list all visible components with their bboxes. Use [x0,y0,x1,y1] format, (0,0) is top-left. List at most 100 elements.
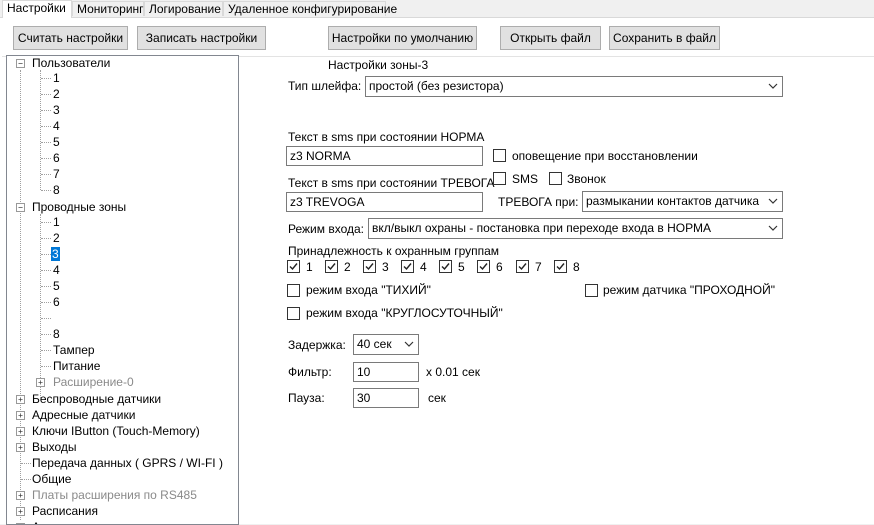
tree-item-user-3[interactable]: 3 [53,102,60,118]
sms-checkbox[interactable] [493,172,506,185]
tree-item-transfer[interactable]: Передача данных ( GPRS / WI-FI ) [32,455,223,471]
tree-item-wireless[interactable]: Беспроводные датчики [32,391,161,407]
group-5-checkbox[interactable] [439,260,452,273]
expand-icon[interactable]: + [16,427,25,436]
sms-label: SMS [512,172,539,186]
checkmark-icon [403,263,412,271]
expand-icon[interactable]: + [16,491,25,500]
group-3-label: 3 [382,260,389,274]
expand-icon[interactable]: + [16,395,25,404]
group-1-checkbox[interactable] [287,260,300,273]
alarm-on-select[interactable]: размыкании контактов датчика [582,191,783,212]
group-7-label: 7 [535,260,542,274]
loop-type-select[interactable]: простой (без резистора) [365,76,783,97]
tab-bar: Настройки Мониторинг Логирование Удаленн… [0,0,874,18]
tree-item-tamper[interactable]: Тампер [53,342,95,358]
tree-item-user-1[interactable]: 1 [53,70,60,86]
group-4-label: 4 [420,260,427,274]
filter-label: Фильтр: [288,365,332,379]
write-settings-button[interactable]: Записать настройки [137,26,266,50]
tree-item-user-7[interactable]: 7 [53,166,60,182]
group-4-checkbox[interactable] [401,260,414,273]
tree-item-general[interactable]: Общие [32,471,71,487]
pause-input[interactable]: 30 [353,388,419,408]
checkmark-icon [556,263,565,271]
passage-mode-label: режим датчика "ПРОХОДНОЙ" [603,283,776,297]
group-2-checkbox[interactable] [325,260,338,273]
checkmark-icon [518,263,527,271]
tree-item-user-8[interactable]: 8 [53,182,60,198]
tree-item-user-6[interactable]: 6 [53,150,60,166]
group-8-checkbox[interactable] [554,260,567,273]
filter-unit-label: x 0.01 сек [426,365,480,379]
tree-item-zone-3[interactable]: Настройки зоны-33 [51,246,60,262]
tab-logging[interactable]: Логирование [144,1,223,16]
tree-item-zone-1[interactable]: 1 [53,214,60,230]
alarm-text-label: Текст в sms при состоянии ТРЕВОГА [288,176,495,190]
tab-monitoring[interactable]: Мониторинг [72,1,144,16]
call-checkbox[interactable] [549,172,562,185]
tree-item-schedules[interactable]: Расписания [32,503,98,519]
tree-item-zone-5[interactable]: 5 [53,278,60,294]
tree-item-address[interactable]: Адресные датчики [32,407,135,423]
collapse-icon[interactable]: − [16,59,25,68]
tree-item-user-5[interactable]: 5 [53,134,60,150]
groups-label: Принадлежность к охранным группам [288,244,500,258]
group-3-checkbox[interactable] [363,260,376,273]
collapse-icon[interactable]: − [16,203,25,212]
tree-item-user-4[interactable]: 4 [53,118,60,134]
entry-mode-label: Режим входа: [288,222,364,236]
delay-label: Задержка: [288,338,346,352]
delay-select[interactable]: 40 сек [353,334,419,355]
zone-settings-title: Настройки зоны-3 [328,58,429,72]
chevron-down-icon [404,341,414,347]
tree-item-zone-8[interactable]: 8 [53,326,60,342]
tree-zones-line [40,214,41,398]
tree-item-ibutton[interactable]: Ключи IButton (Touch-Memory) [32,423,200,439]
tab-settings[interactable]: Настройки [2,0,72,18]
tree-item-users[interactable]: Пользователи [32,56,110,71]
tree-item-zone-6[interactable]: 6 [53,294,60,310]
norma-text-input[interactable]: z3 NORMA [286,146,483,166]
passage-mode-checkbox[interactable] [585,284,598,297]
group-5-label: 5 [458,260,465,274]
checkmark-icon [441,263,450,271]
tree-item-rs485[interactable]: Платы расширения по RS485 [32,487,197,503]
expand-icon[interactable]: + [16,507,25,516]
entry-mode-select[interactable]: вкл/выкл охраны - постановка при переход… [368,218,783,239]
group-6-checkbox[interactable] [477,260,490,273]
read-settings-button[interactable]: Считать настройки [13,26,128,50]
tree-item-zone-4[interactable]: 4 [53,262,60,278]
save-file-button[interactable]: Сохранить в файл [609,26,720,50]
quiet-mode-checkbox[interactable] [287,284,300,297]
tree-item-user-2[interactable]: 2 [53,86,60,102]
chevron-down-icon [768,225,778,231]
group-7-checkbox[interactable] [516,260,529,273]
tree-users-line [40,70,41,190]
restore-notify-label: оповещение при восстановлении [512,149,698,163]
tree-item-cut[interactable]: А [32,519,40,524]
roundclock-mode-checkbox[interactable] [287,307,300,320]
expand-icon[interactable]: + [16,411,25,420]
tree-item-power[interactable]: Питание [53,358,100,374]
tree-root-line [20,70,21,520]
tree-item-outputs[interactable]: Выходы [32,439,77,455]
expand-icon[interactable]: + [16,443,25,452]
tree-item-zone-2[interactable]: 2 [53,230,60,246]
group-6-label: 6 [496,260,503,274]
default-settings-button[interactable]: Настройки по умолчанию [328,26,477,50]
expand-icon[interactable]: + [36,378,45,387]
filter-input[interactable]: 10 [353,362,419,382]
settings-panel: Считать настройки Записать настройки Нас… [0,18,874,525]
group-8-label: 8 [573,260,580,274]
alarm-text-input[interactable]: z3 TREVOGA [286,192,483,212]
settings-tree[interactable]: − Пользователи 1 2 3 4 5 6 7 8 − Проводн… [6,55,239,525]
checkmark-icon [365,263,374,271]
tree-item-expansion[interactable]: Расширение-0 [53,374,134,390]
open-file-button[interactable]: Открыть файл [500,26,601,50]
tree-item-wired-zones[interactable]: Проводные зоны [32,199,126,215]
norma-text-label: Текст в sms при состоянии НОРМА [288,130,485,144]
tab-remote-config[interactable]: Удаленное конфигурирование [223,1,397,16]
restore-notify-checkbox[interactable] [493,149,506,162]
loop-type-label: Тип шлейфа: [288,79,362,93]
